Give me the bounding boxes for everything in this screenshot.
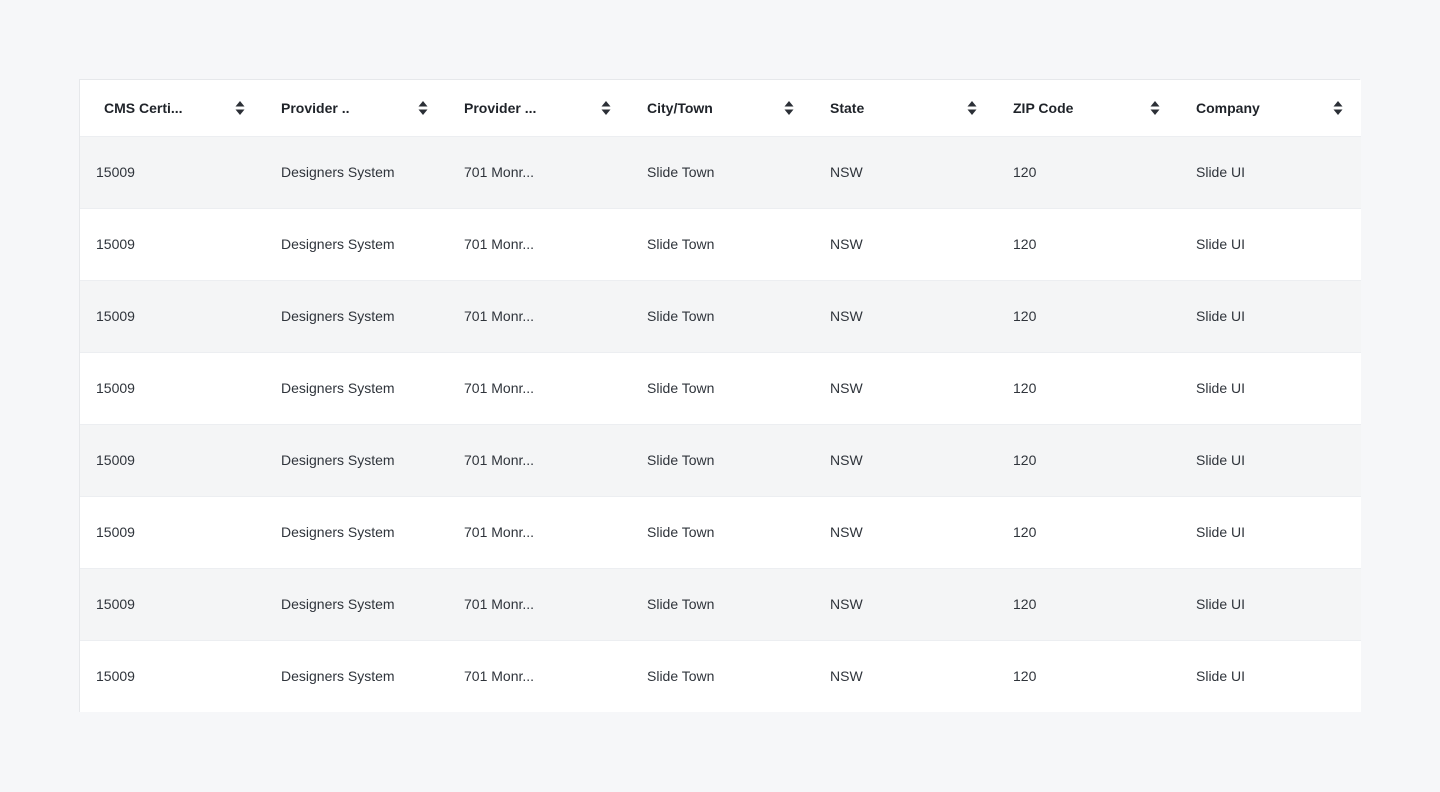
cell-provider-address: 701 Monr... <box>464 164 535 180</box>
column-header-cms-certification[interactable]: CMS Certi... <box>80 80 263 137</box>
cell-zip-code: 120 <box>1013 164 1037 180</box>
table-header: CMS Certi... Provider .. Provider ... Ci… <box>80 80 1361 137</box>
cell-cms-certification: 15009 <box>80 351 263 424</box>
cell-state: NSW <box>812 567 995 640</box>
cell-state: NSW <box>812 351 995 424</box>
sort-updown-icon[interactable] <box>418 100 428 116</box>
cell-zip-code: 120 <box>995 567 1178 640</box>
column-header-label: Company <box>1196 99 1260 116</box>
column-header-company[interactable]: Company <box>1178 80 1361 137</box>
cell-city-town: Slide Town <box>629 279 812 352</box>
column-header-label: CMS Certi... <box>104 99 183 116</box>
sort-updown-icon[interactable] <box>1150 100 1160 116</box>
column-header-provider-name[interactable]: Provider .. <box>263 80 446 137</box>
cell-zip-code: 120 <box>995 279 1178 352</box>
table-row[interactable]: 15009 Designers System 701 Monr... Slide To… <box>80 495 1361 568</box>
column-header-label: State <box>830 99 865 116</box>
table-row[interactable]: 15009 Designers System 701 Monr... Slide To… <box>80 567 1361 640</box>
cell-city-town: Slide Town <box>629 207 812 280</box>
cell-company: Slide UI <box>1178 207 1361 280</box>
table-row[interactable]: 15009 Designers System 701 Monr... Slide To… <box>80 351 1361 424</box>
table-row[interactable]: 15009 Designers System 701 Monr... Slide To… <box>80 207 1361 280</box>
cell-cms-certification: 15009 <box>80 567 263 640</box>
cell-provider-address: 701 Monr... <box>446 567 629 640</box>
cell-cms-certification: 15009 <box>80 279 263 352</box>
cell-city-town: Slide Town <box>629 495 812 568</box>
sort-updown-icon[interactable] <box>601 100 611 116</box>
cell-state: NSW <box>830 164 863 180</box>
cell-company: Slide UI <box>1178 567 1361 640</box>
table-row[interactable]: 15009 Designers System 701 Monr... Slide To… <box>80 279 1361 352</box>
cell-city-town: Slide Town <box>629 639 812 712</box>
sort-updown-icon[interactable] <box>235 100 245 116</box>
column-header-state[interactable]: State <box>812 80 995 137</box>
cell-cms-certification: 15009 <box>80 423 263 496</box>
cell-provider-address: 701 Monr... <box>446 423 629 496</box>
cell-city-town: Slide Town <box>647 164 715 180</box>
sort-updown-icon[interactable] <box>1333 100 1343 116</box>
cell-zip-code: 120 <box>995 207 1178 280</box>
data-table: CMS Certi... Provider .. Provider ... Ci… <box>80 80 1361 712</box>
column-header-zip-code[interactable]: ZIP Code <box>995 80 1178 137</box>
cell-city-town: Slide Town <box>629 567 812 640</box>
cell-city-town: Slide Town <box>629 423 812 496</box>
cell-zip-code: 120 <box>995 423 1178 496</box>
cell-company: Slide UI <box>1196 164 1246 180</box>
column-header-provider-address[interactable]: Provider ... <box>446 80 629 137</box>
cell-provider-name: Designers System <box>263 495 446 568</box>
cell-provider-name: Designers System <box>263 207 446 280</box>
cell-state: NSW <box>812 495 995 568</box>
cell-cms-certification: 15009 <box>80 639 263 712</box>
cell-provider-address: 701 Monr... <box>446 207 629 280</box>
cell-state: NSW <box>812 279 995 352</box>
cell-provider-name: Designers System <box>263 639 446 712</box>
cell-zip-code: 120 <box>995 351 1178 424</box>
column-header-label: Provider .. <box>281 99 350 116</box>
cell-provider-name: Designers System <box>281 164 395 180</box>
column-header-city-town[interactable]: City/Town <box>629 80 812 137</box>
table-row[interactable]: 15009 Designers System 701 Monr... Slide To… <box>80 136 1361 208</box>
sort-updown-icon[interactable] <box>967 100 977 116</box>
table-body: 15009 Designers System 701 Monr... Slide To… <box>80 136 1361 712</box>
column-header-label: ZIP Code <box>1013 99 1074 116</box>
cell-cms-certification: 15009 <box>80 495 263 568</box>
table-row[interactable]: 15009 Designers System 701 Monr... Slide To… <box>80 639 1361 712</box>
cell-company: Slide UI <box>1178 423 1361 496</box>
cell-zip-code: 120 <box>995 495 1178 568</box>
cell-provider-name: Designers System <box>263 279 446 352</box>
cell-provider-name: Designers System <box>263 351 446 424</box>
cell-state: NSW <box>812 423 995 496</box>
cell-provider-address: 701 Monr... <box>446 279 629 352</box>
data-table-card: CMS Certi... Provider .. Provider ... Ci… <box>79 79 1361 712</box>
cell-provider-name: Designers System <box>263 567 446 640</box>
cell-company: Slide UI <box>1178 279 1361 352</box>
cell-zip-code: 120 <box>995 639 1178 712</box>
cell-provider-name: Designers System <box>263 423 446 496</box>
cell-provider-address: 701 Monr... <box>446 639 629 712</box>
cell-provider-address: 701 Monr... <box>446 495 629 568</box>
sort-updown-icon[interactable] <box>784 100 794 116</box>
cell-state: NSW <box>812 207 995 280</box>
cell-provider-address: 701 Monr... <box>446 351 629 424</box>
header-row: CMS Certi... Provider .. Provider ... Ci… <box>80 80 1361 137</box>
column-header-label: City/Town <box>647 99 713 116</box>
cell-company: Slide UI <box>1178 351 1361 424</box>
cell-company: Slide UI <box>1178 639 1361 712</box>
cell-cms-certification: 15009 <box>80 207 263 280</box>
table-row[interactable]: 15009 Designers System 701 Monr... Slide To… <box>80 423 1361 496</box>
cell-state: NSW <box>812 639 995 712</box>
cell-company: Slide UI <box>1178 495 1361 568</box>
column-header-label: Provider ... <box>464 99 537 116</box>
cell-cms-certification: 15009 <box>96 164 135 180</box>
cell-city-town: Slide Town <box>629 351 812 424</box>
